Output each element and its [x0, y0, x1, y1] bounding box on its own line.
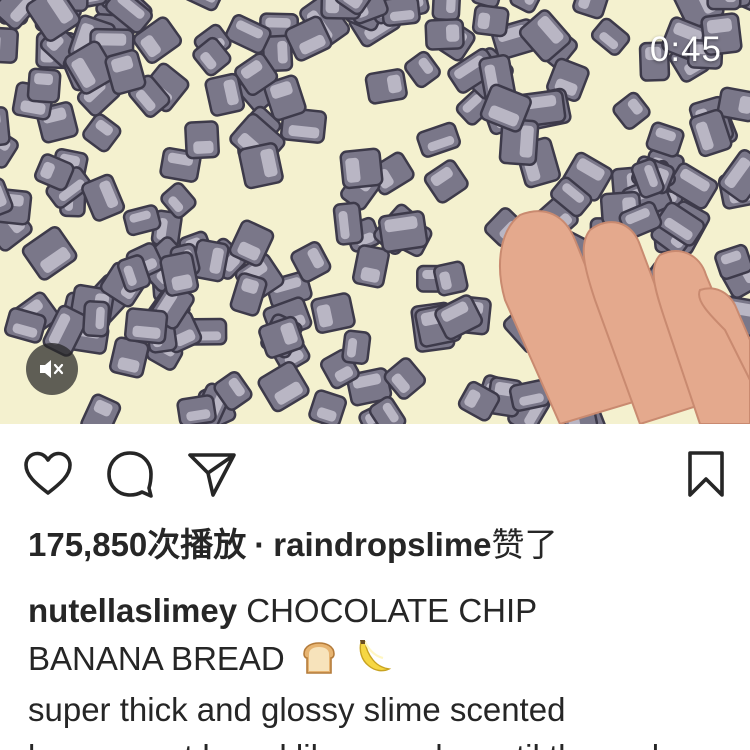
slime-chip [424, 18, 465, 51]
slime-chip [159, 251, 200, 297]
bookmark-icon [688, 451, 724, 497]
video-frame-chips [0, 0, 750, 424]
slime-chip [332, 201, 364, 246]
slime-chip [238, 142, 284, 190]
caption-line-4: banana nut bread like crunchy until the … [28, 737, 659, 750]
bread-icon [300, 640, 338, 685]
action-bar [0, 446, 750, 504]
slime-chip [229, 272, 268, 317]
slime-chip [124, 307, 169, 345]
comment-bubble-icon [107, 451, 153, 498]
liked-suffix: 赞了 [491, 526, 558, 563]
speaker-muted-icon [40, 360, 64, 378]
slime-chip [0, 106, 11, 148]
views-and-likes: 175,850次播放 · raindropslime赞了 [28, 525, 558, 565]
slime-chip [257, 360, 310, 413]
slime-chip [176, 394, 217, 424]
caption-line-3: super thick and glossy slime scented [28, 691, 566, 728]
save-button[interactable] [678, 446, 734, 502]
slime-chip [423, 159, 469, 204]
post-video[interactable]: 0:45 [0, 0, 750, 424]
liked-by-username[interactable]: raindropslime [273, 526, 491, 563]
slime-chip [590, 17, 631, 56]
paper-plane-icon [188, 453, 236, 497]
slime-chip [416, 121, 461, 158]
slime-chip [0, 26, 19, 64]
slime-chip [308, 389, 347, 424]
slime-chip [471, 4, 510, 38]
slime-chip [706, 0, 742, 11]
caption-text-1: CHOCOLATE CHIP [246, 592, 538, 629]
slime-chip [26, 67, 62, 104]
slime-chip [572, 0, 614, 20]
slime-chip [82, 113, 122, 153]
banana-icon [353, 638, 393, 685]
slime-chip [82, 300, 111, 338]
slime-chip [184, 120, 220, 160]
slime-chip [433, 260, 469, 297]
instagram-post: 0:45 175,850次播放 · raindropslime赞了 nutell… [0, 0, 750, 750]
caption-line-1: nutellaslimey CHOCOLATE CHIP [28, 591, 537, 631]
slime-chip [310, 292, 356, 334]
separator-dot: · [254, 526, 266, 563]
view-count[interactable]: 175,850次播放 [28, 526, 246, 563]
comment-button[interactable] [102, 446, 158, 502]
slime-chip [341, 329, 372, 365]
slime-chip [431, 0, 462, 22]
slime-chip [80, 393, 122, 424]
slime-chip [404, 50, 441, 89]
share-button[interactable] [184, 446, 240, 502]
slime-chip [182, 0, 229, 12]
video-timer: 0:45 [649, 30, 722, 69]
slime-chip [364, 68, 408, 105]
caption-username[interactable]: nutellaslimey [28, 592, 237, 629]
mute-button[interactable] [26, 343, 78, 395]
like-button[interactable] [20, 446, 76, 502]
heart-icon [24, 451, 72, 495]
caption-text-2: BANANA BREAD [28, 640, 285, 677]
slime-chip [339, 147, 384, 190]
slime-chip [377, 210, 429, 253]
caption-line-2: BANANA BREAD [28, 638, 393, 685]
slime-chip [612, 91, 651, 130]
